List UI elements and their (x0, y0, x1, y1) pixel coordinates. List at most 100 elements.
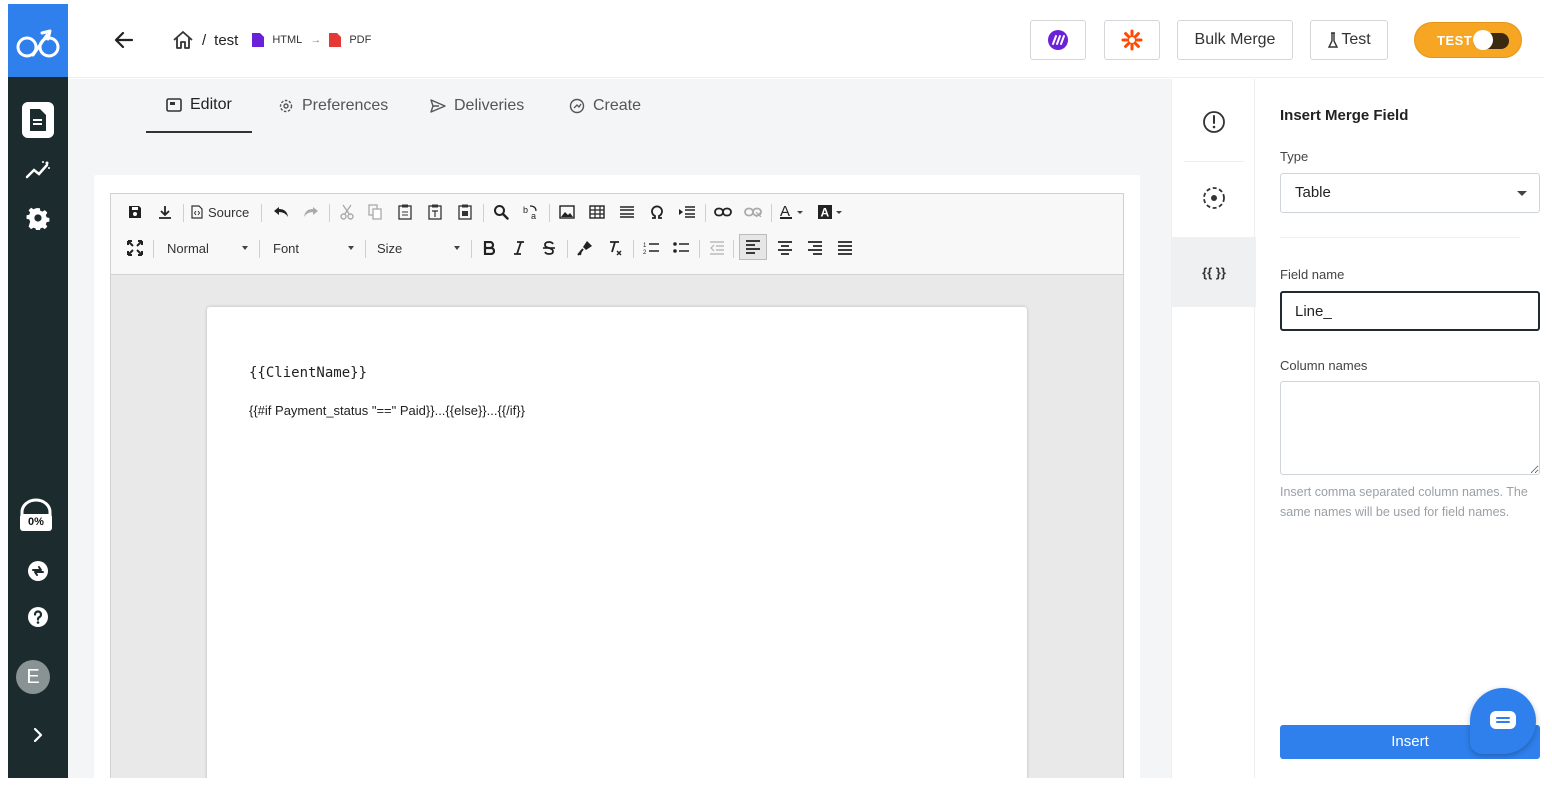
target-icon (1203, 187, 1225, 209)
back-arrow-icon[interactable] (110, 26, 138, 54)
table-icon[interactable] (587, 202, 607, 222)
chat-support-button[interactable] (1470, 688, 1536, 754)
tab-editor[interactable]: Editor (146, 79, 252, 133)
justify-icon[interactable] (835, 238, 855, 258)
svg-text:1: 1 (643, 243, 647, 249)
usage-meter[interactable]: 0% (14, 498, 62, 538)
source-icon (191, 205, 203, 219)
document-icon (30, 109, 46, 131)
strikethrough-icon[interactable] (539, 238, 559, 258)
undo-icon[interactable] (271, 202, 291, 222)
to-format: PDF (349, 34, 372, 46)
bulk-merge-button[interactable]: Bulk Merge (1177, 20, 1293, 60)
toolbar-row-2: Normal Font Size 1 2 (111, 230, 1125, 266)
test-button[interactable]: Test (1310, 20, 1388, 60)
nav-settings[interactable] (16, 196, 60, 240)
source-button[interactable]: Source (191, 202, 249, 222)
left-nav: 0% E (8, 4, 68, 778)
help-icon (28, 607, 48, 627)
create-icon (569, 98, 585, 114)
app-logo[interactable] (8, 4, 68, 77)
zapier-integration-button[interactable] (1104, 20, 1160, 60)
page-break-icon[interactable] (677, 202, 697, 222)
merge-field-client-name[interactable]: {{ClientName}} (249, 365, 367, 381)
type-select[interactable]: Table (1280, 173, 1540, 213)
nav-expand[interactable] (16, 713, 60, 757)
bulleted-list-icon[interactable] (671, 238, 691, 258)
svg-text:a: a (531, 211, 536, 220)
find-icon[interactable] (491, 202, 511, 222)
tab-label: Deliveries (454, 97, 525, 114)
chevron-down-icon (348, 246, 354, 250)
numbered-list-icon[interactable]: 12 (641, 238, 661, 258)
link-icon[interactable] (713, 202, 733, 222)
tab-label: Create (593, 97, 642, 114)
tab-preferences[interactable]: Preferences (278, 79, 388, 133)
align-center-icon[interactable] (775, 238, 795, 258)
image-icon[interactable] (557, 202, 577, 222)
size-select[interactable]: Size (377, 238, 461, 258)
special-char-icon[interactable] (647, 202, 667, 222)
replace-icon[interactable]: ba (521, 202, 541, 222)
outdent-icon[interactable] (707, 238, 727, 258)
home-icon[interactable] (172, 30, 194, 50)
breadcrumb-template-name[interactable]: test (214, 32, 238, 49)
type-label: Type (1280, 149, 1309, 164)
alert-icon (1203, 111, 1225, 133)
cut-icon[interactable] (337, 202, 357, 222)
copy-icon[interactable] (365, 202, 385, 222)
editor-canvas: {{ClientName}} {{#if Payment_status "=="… (110, 275, 1124, 778)
field-name-input[interactable] (1280, 291, 1540, 331)
redo-icon[interactable] (301, 202, 321, 222)
make-integration-button[interactable] (1030, 20, 1086, 60)
download-icon[interactable] (155, 202, 175, 222)
tab-deliveries[interactable]: Deliveries (430, 79, 524, 133)
bold-icon[interactable] (479, 238, 499, 258)
test-mode-toggle[interactable]: TEST (1414, 22, 1522, 58)
italic-icon[interactable] (509, 238, 529, 258)
make-icon (1048, 30, 1068, 50)
column-names-help: Insert comma separated column names. The… (1280, 485, 1528, 519)
send-icon (430, 99, 446, 113)
paste-word-icon[interactable] (455, 202, 475, 222)
field-name-label: Field name (1280, 267, 1345, 282)
remove-format-icon[interactable] (605, 238, 625, 258)
usage-percent: 0% (20, 514, 52, 531)
top-header: / test HTML → PDF Bulk Merge Test TEST (68, 4, 1544, 78)
maximize-icon[interactable] (125, 238, 145, 258)
document-page[interactable]: {{ClientName}} {{#if Payment_status "=="… (207, 307, 1027, 778)
align-right-icon[interactable] (805, 238, 825, 258)
column-names-label: Column names (1280, 358, 1368, 373)
horizontal-line-icon[interactable] (617, 202, 637, 222)
save-icon[interactable] (125, 202, 145, 222)
nav-sync[interactable] (16, 549, 60, 593)
merge-field-button[interactable]: {{ }} (1172, 237, 1256, 307)
paste-text-icon[interactable] (425, 202, 445, 222)
background-color-icon[interactable]: A (817, 202, 845, 222)
font-select[interactable]: Font (273, 238, 355, 258)
format-select-value: Normal (167, 240, 209, 256)
format-select[interactable]: Normal (167, 238, 249, 258)
column-names-textarea[interactable] (1280, 381, 1540, 475)
align-left-icon[interactable] (739, 234, 767, 260)
size-select-value: Size (377, 240, 403, 256)
html-file-icon (252, 33, 265, 47)
validation-button[interactable] (1172, 87, 1256, 157)
tab-bar: Editor Preferences Deliveries Create (68, 79, 1171, 133)
side-tool-column: {{ }} (1171, 79, 1256, 778)
nav-templates[interactable] (16, 98, 60, 142)
copy-format-icon[interactable] (575, 238, 595, 258)
text-color-icon[interactable]: A (779, 202, 807, 222)
conditional-block[interactable]: {{#if Payment_status "==" Paid}}...{{els… (249, 403, 525, 418)
preview-target-button[interactable] (1172, 163, 1256, 233)
tab-label: Editor (190, 96, 232, 113)
logo-icon (16, 29, 60, 57)
nav-help[interactable] (16, 595, 60, 639)
nav-analytics[interactable] (16, 148, 60, 192)
unlink-icon[interactable] (743, 202, 763, 222)
paste-icon[interactable] (395, 202, 415, 222)
avatar[interactable]: E (16, 660, 50, 694)
tab-create[interactable]: Create (569, 79, 641, 133)
svg-text:b: b (523, 205, 528, 215)
font-select-value: Font (273, 240, 300, 256)
